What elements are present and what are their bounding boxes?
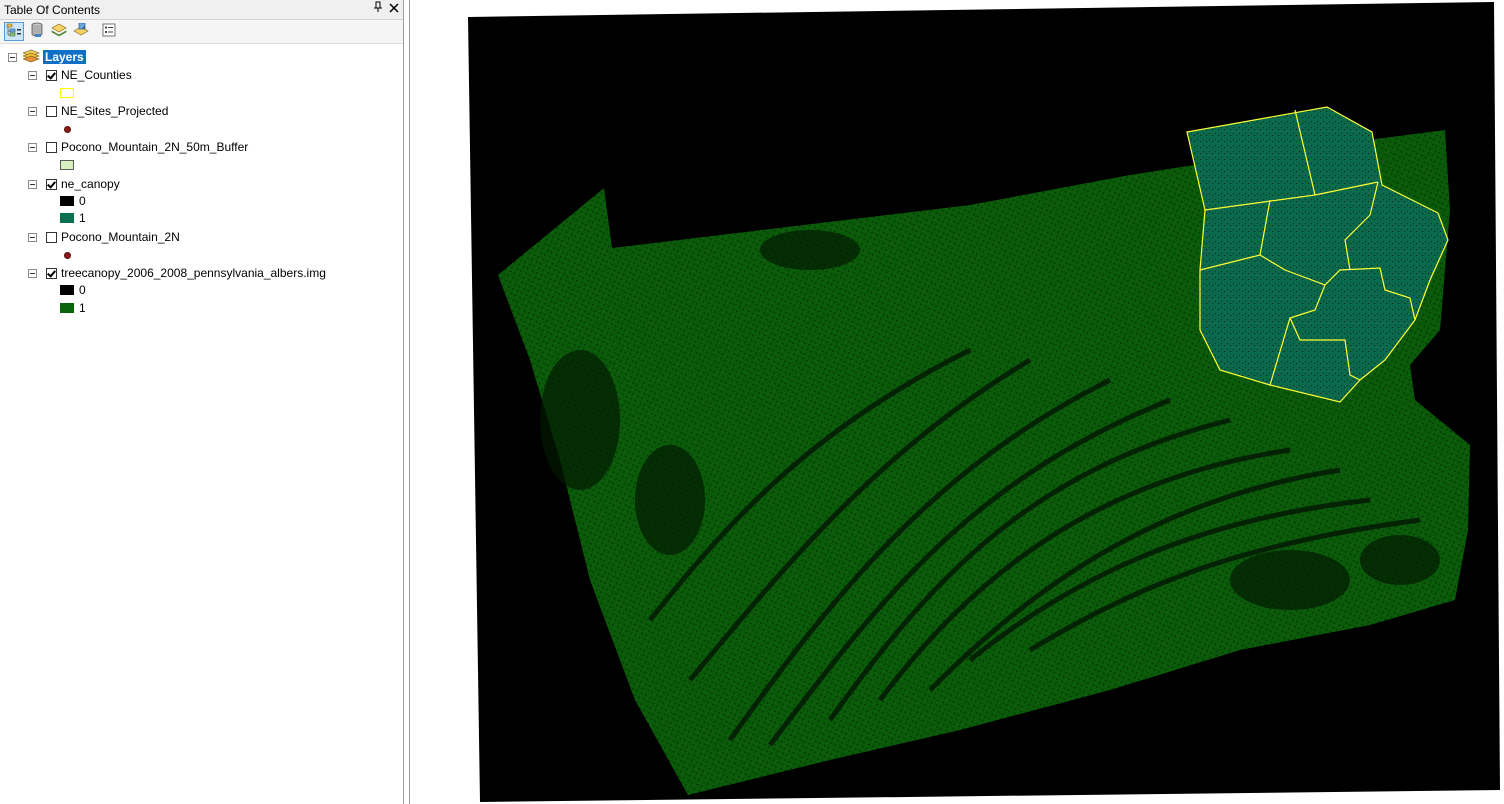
legend-item[interactable] — [60, 86, 74, 100]
layer-name: NE_Counties — [61, 68, 132, 82]
layers-icon — [51, 23, 67, 40]
layer-visibility-checkbox[interactable] — [46, 231, 57, 243]
list-by-selection-button[interactable] — [71, 22, 91, 41]
layer-row-pocono-mountain[interactable]: Pocono_Mountain_2N — [28, 229, 180, 245]
layer-visibility-checkbox[interactable] — [46, 178, 57, 190]
toc-title: Table Of Contents — [4, 3, 101, 17]
layer-name: treecanopy_2006_2008_pennsylvania_albers… — [61, 266, 326, 280]
legend-swatch — [60, 196, 74, 206]
point-symbol-icon — [64, 251, 71, 259]
legend-item[interactable] — [60, 158, 74, 172]
layer-name: Pocono_Mountain_2N — [61, 230, 180, 244]
legend-item[interactable] — [60, 248, 71, 262]
toc-toolbar — [0, 20, 403, 44]
layer-name: NE_Sites_Projected — [61, 104, 169, 118]
layer-row-pocono-buffer[interactable]: Pocono_Mountain_2N_50m_Buffer — [28, 139, 248, 155]
options-icon — [102, 23, 116, 40]
legend-label: 1 — [79, 211, 86, 225]
layer-row-ne-sites-projected[interactable]: NE_Sites_Projected — [28, 103, 168, 119]
legend-swatch — [60, 213, 74, 223]
list-by-visibility-button[interactable] — [49, 22, 69, 41]
legend-item[interactable]: 0 — [60, 283, 86, 297]
collapse-layer-toggle[interactable] — [28, 70, 37, 80]
toc-title-bar[interactable]: Table Of Contents — [0, 0, 403, 20]
layers-root[interactable]: Layers — [8, 49, 86, 65]
layer-name: Pocono_Mountain_2N_50m_Buffer — [61, 140, 249, 154]
list-by-drawing-order-icon — [6, 23, 22, 40]
point-symbol-icon — [64, 125, 71, 133]
legend-item[interactable]: 1 — [60, 211, 86, 225]
map-view[interactable] — [409, 0, 1504, 804]
close-icon[interactable] — [386, 1, 402, 17]
pin-icon[interactable] — [370, 1, 386, 17]
collapse-layer-toggle[interactable] — [28, 106, 37, 116]
list-by-drawing-order-button[interactable] — [4, 22, 24, 41]
layer-name: ne_canopy — [61, 177, 120, 191]
collapse-layers-toggle[interactable] — [8, 52, 17, 62]
data-frame-icon — [22, 49, 40, 66]
toc-layer-tree: Layers NE_Counties NE_Sites_Projected Po… — [0, 46, 403, 796]
legend-swatch — [60, 88, 74, 98]
collapse-layer-toggle[interactable] — [28, 142, 37, 152]
layer-row-ne-counties[interactable]: NE_Counties — [28, 67, 132, 83]
database-icon — [30, 22, 44, 41]
legend-swatch — [60, 303, 74, 313]
collapse-layer-toggle[interactable] — [28, 232, 37, 242]
layer-visibility-checkbox[interactable] — [46, 105, 57, 117]
legend-label: 1 — [79, 301, 86, 315]
legend-swatch — [60, 160, 74, 170]
selection-icon — [73, 22, 89, 41]
layers-root-label: Layers — [43, 50, 86, 64]
layer-visibility-checkbox[interactable] — [46, 69, 57, 81]
collapse-layer-toggle[interactable] — [28, 268, 37, 278]
map-canvas[interactable] — [410, 0, 1504, 804]
layer-visibility-checkbox[interactable] — [46, 267, 57, 279]
options-button[interactable] — [99, 22, 119, 41]
table-of-contents-panel: Table Of Contents Layers NE_Counties NE_… — [0, 0, 404, 804]
collapse-layer-toggle[interactable] — [28, 179, 37, 189]
legend-label: 0 — [79, 283, 86, 297]
legend-label: 0 — [79, 194, 86, 208]
layer-visibility-checkbox[interactable] — [46, 141, 57, 153]
legend-item[interactable]: 0 — [60, 194, 86, 208]
layer-row-ne-canopy[interactable]: ne_canopy — [28, 176, 120, 192]
list-by-source-button[interactable] — [27, 22, 47, 41]
legend-item[interactable]: 1 — [60, 301, 86, 315]
layer-row-treecanopy[interactable]: treecanopy_2006_2008_pennsylvania_albers… — [28, 265, 326, 281]
legend-item[interactable] — [60, 122, 71, 136]
legend-swatch — [60, 285, 74, 295]
